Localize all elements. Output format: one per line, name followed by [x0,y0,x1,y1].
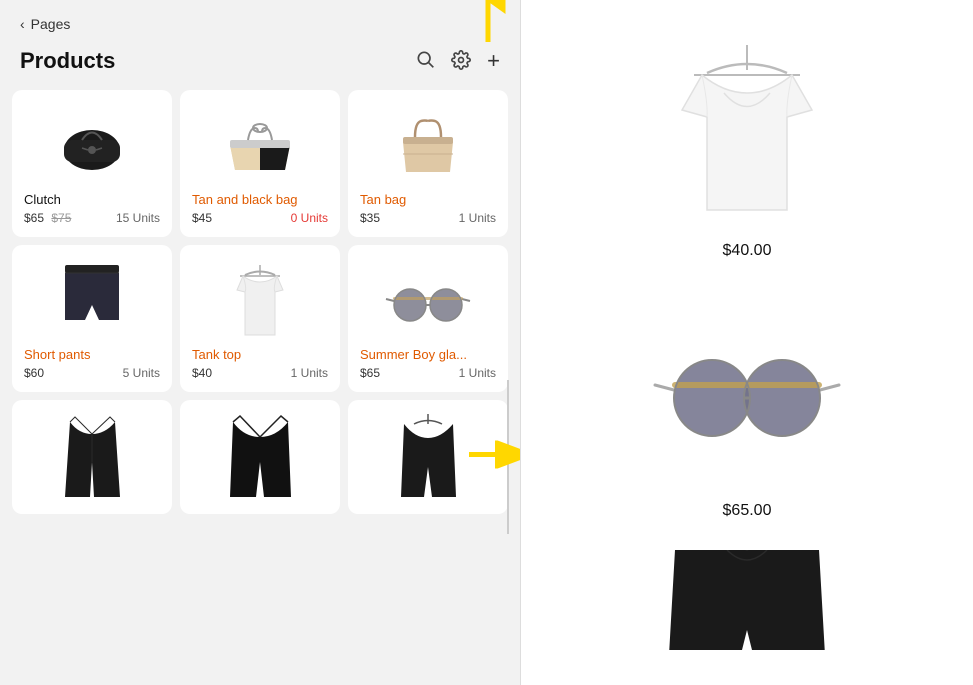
back-nav[interactable]: ‹ Pages [0,0,520,40]
vertical-divider [507,380,509,534]
back-chevron-icon: ‹ [20,16,25,32]
product-card-black-robe-2[interactable] [180,400,340,514]
grid-row-3 [12,400,508,514]
product-name-tank-top: Tank top [192,347,328,362]
product-image-short-pants [24,257,160,347]
product-price-tan-bag: $35 [360,211,380,225]
detail-image-sunglasses [647,290,847,490]
product-price-clutch: $65 $75 [24,211,71,225]
product-image-black-item-3 [360,412,496,502]
product-price-tan-black-bag: $45 [192,211,212,225]
product-details-tan-bag: $35 1 Units [360,211,496,225]
detail-price-sunglasses: $65.00 [723,502,772,520]
detail-price-tank-top: $40.00 [723,242,772,260]
detail-item-tank-top: $40.00 [561,30,933,260]
product-card-clutch[interactable]: Clutch $65 $75 15 Units [12,90,172,237]
add-icon[interactable]: + [487,50,500,72]
right-panel: $40.00 $65.00 [520,0,973,685]
product-price-sunglasses: $65 [360,366,380,380]
product-details-tank-top: $40 1 Units [192,366,328,380]
grid-row-1: Clutch $65 $75 15 Units [12,90,508,237]
product-image-black-robe-1 [24,412,160,502]
header-actions: + [415,49,500,73]
detail-item-black-coat [561,550,933,650]
product-image-tan-black-bag [192,102,328,192]
product-name-short-pants: Short pants [24,347,160,362]
panel-header: Products + [0,40,520,90]
product-units-short-pants: 5 Units [123,366,160,380]
product-name-tan-bag: Tan bag [360,192,496,207]
search-icon[interactable] [415,49,435,73]
product-card-tan-black-bag[interactable]: Tan and black bag $45 0 Units [180,90,340,237]
product-image-tank-top [192,257,328,347]
product-image-tan-bag [360,102,496,192]
product-units-tank-top: 1 Units [291,366,328,380]
product-card-short-pants[interactable]: Short pants $60 5 Units [12,245,172,392]
product-name-tan-black-bag: Tan and black bag [192,192,328,207]
product-units-sunglasses: 1 Units [459,366,496,380]
product-price-tank-top: $40 [192,366,212,380]
detail-image-tank-top [647,30,847,230]
product-card-sunglasses[interactable]: Summer Boy gla... $65 1 Units [348,245,508,392]
product-name-clutch: Clutch [24,192,160,207]
product-units-tan-bag: 1 Units [459,211,496,225]
product-price-short-pants: $60 [24,366,44,380]
page-title: Products [20,48,115,74]
product-units-tan-black-bag: 0 Units [291,211,328,225]
detail-image-black-coat [657,550,837,650]
product-details-tan-black-bag: $45 0 Units [192,211,328,225]
grid-row-2: Short pants $60 5 Units [12,245,508,392]
product-name-sunglasses: Summer Boy gla... [360,347,496,362]
product-units-clutch: 15 Units [116,211,160,225]
product-card-tank-top[interactable]: Tank top $40 1 Units [180,245,340,392]
product-card-tan-bag[interactable]: Tan bag $35 1 Units [348,90,508,237]
left-panel: ‹ Pages Products + [0,0,520,685]
back-label: Pages [31,16,71,32]
product-card-black-item-3[interactable] [348,400,508,514]
product-image-black-robe-2 [192,412,328,502]
settings-icon[interactable] [451,50,471,73]
product-details-sunglasses: $65 1 Units [360,366,496,380]
product-details-short-pants: $60 5 Units [24,366,160,380]
products-grid: Clutch $65 $75 15 Units [0,90,520,685]
product-card-black-robe-1[interactable] [12,400,172,514]
detail-item-sunglasses: $65.00 [561,290,933,520]
product-image-clutch [24,102,160,192]
product-details-clutch: $65 $75 15 Units [24,211,160,225]
product-image-sunglasses [360,257,496,347]
